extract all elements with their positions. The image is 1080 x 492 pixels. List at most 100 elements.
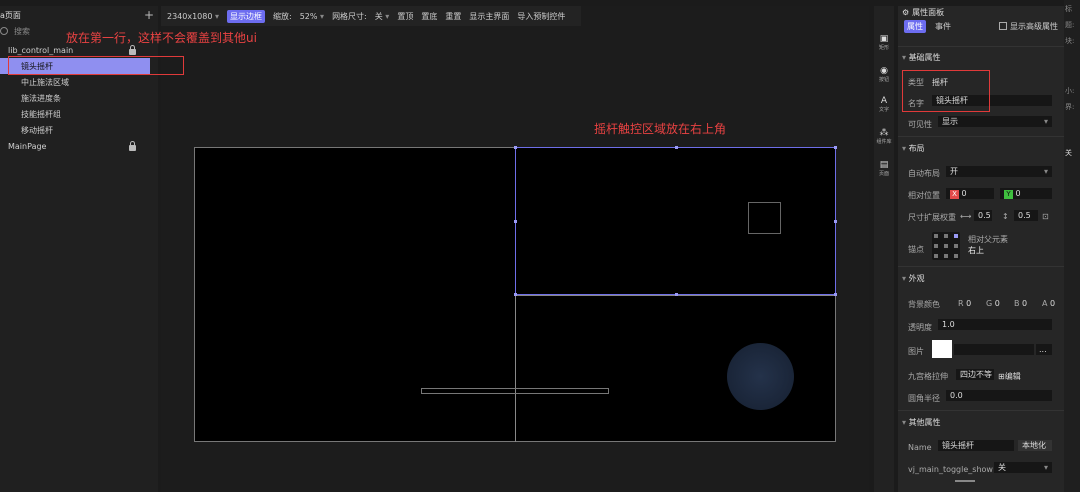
property-panel: ⚙ 属性面板 属性 事件 显示高级属性 基础属性 类型 摇杆 名字 镜头摇杆 可…: [898, 6, 1064, 492]
divider: [898, 46, 1064, 47]
resolution-select[interactable]: 2340x1080: [167, 12, 219, 21]
tool-rect[interactable]: ▣ 矩形: [874, 34, 894, 51]
visibility-select[interactable]: 显示: [938, 116, 1052, 127]
nine-slice-edit-button[interactable]: ⊞编辑: [998, 371, 1021, 382]
add-page-button[interactable]: +: [144, 9, 154, 21]
cast-progress-bar[interactable]: [421, 388, 609, 394]
y-tag: Y: [1004, 190, 1013, 199]
show-border-toggle[interactable]: 显示边框: [227, 9, 266, 23]
resize-handle[interactable]: [834, 293, 837, 296]
r-value: 0: [966, 299, 972, 308]
divider: [898, 266, 1064, 267]
bg-color-b[interactable]: B 0: [1014, 299, 1027, 308]
r-tag: R: [958, 299, 964, 308]
clipped-text: 块:: [1065, 37, 1075, 45]
tree-item-cancel-cast-area[interactable]: 中止施法区域: [0, 74, 158, 90]
bg-color-r[interactable]: R 0: [958, 299, 971, 308]
section-basic[interactable]: 基础属性: [902, 52, 941, 63]
anchor-dot[interactable]: [954, 244, 958, 248]
zoom-label: 缩放:: [273, 11, 292, 21]
tool-label: 矩形: [878, 45, 889, 51]
anchor-dot[interactable]: [934, 234, 938, 238]
clipped-text: 小:: [1065, 87, 1075, 95]
bg-color-g[interactable]: G 0: [986, 299, 1000, 308]
move-joystick-circle[interactable]: [727, 343, 794, 410]
resize-handle[interactable]: [514, 146, 517, 149]
image-preview[interactable]: [932, 340, 952, 358]
tool-page[interactable]: ▤ 页面: [874, 160, 894, 177]
resize-handle[interactable]: [675, 146, 678, 149]
a-value: 0: [1050, 299, 1056, 308]
hierarchy-title: a页面: [0, 10, 21, 20]
tree-item-mainpage[interactable]: MainPage: [0, 138, 158, 154]
tree-item-move-joystick[interactable]: 移动摇杆: [0, 122, 158, 138]
checkbox-icon: [999, 22, 1007, 30]
grid-select[interactable]: 关: [375, 11, 390, 22]
tree-item-cast-progress[interactable]: 施法进度条: [0, 90, 158, 106]
bg-color-a[interactable]: A 0: [1042, 299, 1055, 308]
canvas-toolbar: 2340x1080 显示边框 缩放: 52% 网格尺寸: 关 置顶 置底 重置 …: [161, 6, 581, 26]
tab-properties[interactable]: 属性: [904, 19, 926, 33]
editor-root: a页面 + 搜索 lib_control_main 镜头摇杆 中止施法区域 施法…: [0, 0, 1080, 492]
corner-radius-field[interactable]: 0.0: [946, 390, 1052, 401]
position-x-field[interactable]: X 0: [946, 188, 994, 199]
tool-text[interactable]: A 文字: [874, 96, 894, 113]
image-path-field[interactable]: [954, 344, 1034, 355]
tool-component-lib[interactable]: ⁂ 组件库: [874, 128, 894, 145]
tool-button[interactable]: ◉ 按钮: [874, 66, 894, 83]
section-appearance[interactable]: 外观: [902, 273, 925, 284]
zoom-select[interactable]: 52%: [300, 12, 324, 21]
components-icon: ⁂: [879, 128, 889, 138]
resize-handle[interactable]: [514, 293, 517, 296]
lock-icon[interactable]: [129, 140, 136, 151]
show-advanced-toggle[interactable]: 显示高级属性: [999, 21, 1058, 32]
weight-h-field[interactable]: 0.5: [1014, 210, 1038, 221]
other-name-field[interactable]: 镜头摇杆: [938, 440, 1014, 451]
grid-icon: ⊞: [998, 372, 1005, 381]
toggle-show-select[interactable]: 关: [994, 462, 1052, 473]
clipped-side-panel: 标 题: 块: 小: 界: 关: [1064, 0, 1080, 492]
anchor-dot[interactable]: [934, 254, 938, 258]
anchor-dot[interactable]: [934, 244, 938, 248]
g-tag: G: [986, 299, 993, 308]
import-prefab-button[interactable]: 导入预制控件: [517, 11, 565, 22]
anchor-grid[interactable]: [932, 232, 960, 260]
resize-handle[interactable]: [834, 220, 837, 223]
camera-joystick-area[interactable]: [515, 147, 836, 295]
x-tag: X: [950, 190, 959, 199]
resize-handle[interactable]: [514, 220, 517, 223]
reset-button[interactable]: 重置: [445, 11, 461, 22]
auto-layout-select[interactable]: 开: [946, 166, 1052, 177]
nine-slice-select[interactable]: 四边不等: [956, 369, 994, 380]
anchor-dot[interactable]: [944, 244, 948, 248]
localize-button[interactable]: 本地化: [1018, 440, 1052, 451]
show-main-button[interactable]: 显示主界面: [469, 11, 509, 22]
bring-top-button[interactable]: 置顶: [397, 11, 413, 22]
anchor-dot[interactable]: [944, 234, 948, 238]
page-icon: ▤: [879, 160, 889, 170]
section-other[interactable]: 其他属性: [902, 417, 941, 428]
tree-item-skill-joystick-group[interactable]: 技能摇杆组: [0, 106, 158, 122]
button-icon: ◉: [880, 66, 888, 76]
link-lock-icon[interactable]: ⊡: [1042, 212, 1049, 221]
relative-position-label: 相对位置: [908, 191, 940, 200]
position-y-field[interactable]: Y 0: [1000, 188, 1052, 199]
opacity-field[interactable]: 1.0: [938, 319, 1052, 330]
scroll-indicator[interactable]: [955, 480, 975, 482]
tool-label: 按钮: [878, 77, 889, 83]
section-layout[interactable]: 布局: [902, 143, 925, 154]
send-bottom-button[interactable]: 置底: [421, 11, 437, 22]
lock-icon[interactable]: [129, 44, 136, 55]
resize-handle[interactable]: [675, 293, 678, 296]
tab-events[interactable]: 事件: [932, 20, 954, 33]
anchor-dot[interactable]: [944, 254, 948, 258]
weight-w-field[interactable]: 0.5: [974, 210, 992, 221]
image-browse-button[interactable]: ...: [1036, 344, 1052, 355]
tree-item-label: lib_control_main: [8, 45, 74, 55]
stage-widget-box[interactable]: [748, 202, 781, 234]
clipped-text: 标: [1065, 5, 1072, 13]
grid-label: 网格尺寸:: [332, 11, 367, 21]
anchor-dot[interactable]: [954, 234, 958, 238]
resize-handle[interactable]: [834, 146, 837, 149]
anchor-dot[interactable]: [954, 254, 958, 258]
